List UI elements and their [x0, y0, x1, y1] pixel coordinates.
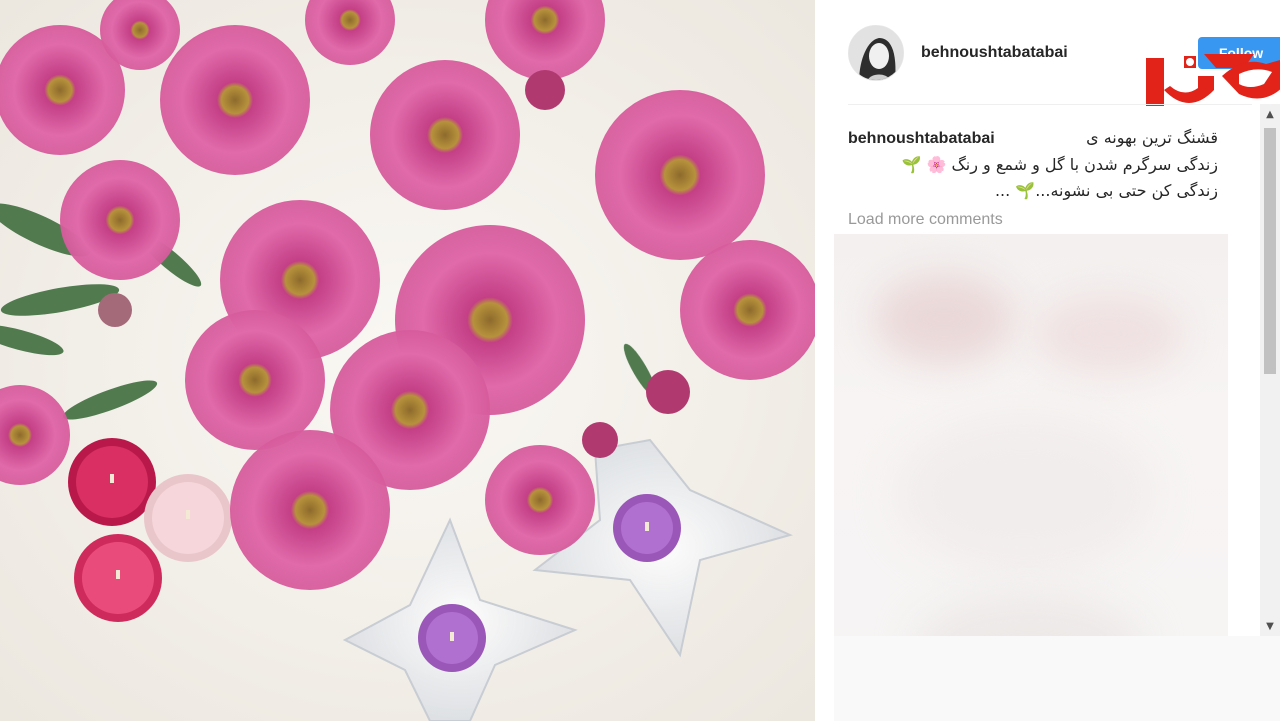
profile-avatar[interactable] — [848, 25, 904, 81]
blur-patch — [894, 414, 1154, 574]
header-divider — [848, 104, 1252, 105]
scrollbar-thumb[interactable] — [1264, 128, 1276, 374]
blur-patch — [874, 274, 1014, 364]
load-more-comments-button[interactable]: Load more comments — [848, 211, 1003, 229]
rokna-logo — [1146, 54, 1280, 106]
caption-first-line: behnoushtabatabai قشنگ ترین بهونه ی — [848, 125, 1218, 152]
post-username[interactable]: behnoushtabatabai — [921, 44, 1068, 62]
caption-text-line-1: قشنگ ترین بهونه ی — [1086, 128, 1218, 147]
caption-text-line-2: زندگی سرگرم شدن با گل و شمع و رنگ 🌸 🌱 — [901, 155, 1218, 174]
post-photo[interactable] — [0, 0, 815, 721]
comment-input-area — [834, 636, 1280, 721]
blur-patch — [1034, 294, 1184, 374]
comments-scrollbar[interactable]: ▲ ▼ — [1260, 104, 1280, 636]
caption-text-line-3: زندگی کن حتی بی نشونه...🌱 ... — [994, 181, 1218, 200]
post-caption: behnoushtabatabai قشنگ ترین بهونه ی زندگ… — [848, 125, 1218, 204]
caption-username[interactable]: behnoushtabatabai — [848, 126, 995, 152]
chevron-down-icon[interactable]: ▼ — [1260, 616, 1280, 636]
flowers-candles-image — [0, 0, 815, 721]
avatar-image — [849, 26, 903, 80]
post-side-panel: behnoushtabatabai Follow behnoushtabatab… — [815, 0, 1280, 721]
post-header: behnoushtabatabai Follow — [848, 24, 1280, 106]
chevron-up-icon[interactable]: ▲ — [1260, 104, 1280, 124]
